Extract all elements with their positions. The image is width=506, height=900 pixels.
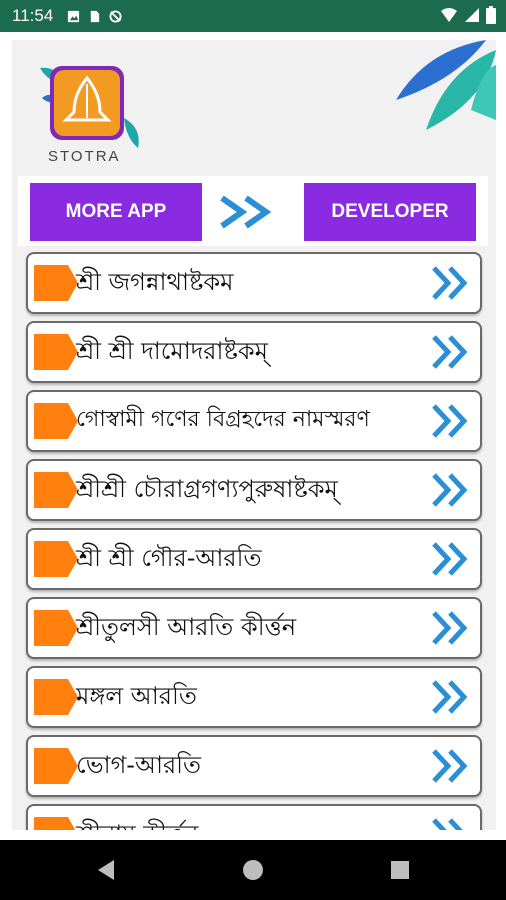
- wifi-icon: [441, 8, 457, 22]
- orange-tab-icon: [34, 748, 78, 784]
- list-item[interactable]: মঙ্গল আরতি: [26, 666, 482, 728]
- list-item[interactable]: শ্রী জগন্নাথাষ্টকম: [26, 252, 482, 314]
- top-buttons-row: MORE APP DEVELOPER: [18, 176, 488, 246]
- double-chevron-right-icon: [432, 266, 468, 300]
- back-icon[interactable]: [96, 859, 116, 881]
- orange-tab-icon: [34, 472, 78, 508]
- list-item-label: মঙ্গল আরতি: [76, 682, 197, 710]
- orange-tab-icon: [34, 265, 78, 301]
- sync-off-icon: [109, 9, 122, 23]
- more-app-button[interactable]: MORE APP: [30, 183, 202, 241]
- list-item[interactable]: শ্রীশ্রী চৌরাগ্রগণ্যপুরুষাষ্টকম্: [26, 459, 482, 521]
- double-chevron-right-icon: [432, 611, 468, 645]
- double-chevron-right-icon: [432, 749, 468, 783]
- sim-icon: [91, 10, 100, 22]
- list-item[interactable]: শ্রীতুলসী আরতি কীর্ত্তন: [26, 597, 482, 659]
- logo-text: STOTRA: [48, 148, 121, 165]
- list-item[interactable]: গোস্বামী গণের বিগ্রহদের নামস্মরণ: [26, 390, 482, 452]
- list-item-label: গোস্বামী গণের বিগ্রহদের নামস্মরণ: [76, 407, 370, 432]
- home-icon[interactable]: [242, 859, 264, 881]
- app-logo: STOTRA: [38, 58, 148, 170]
- status-bar: 11:54: [0, 0, 506, 32]
- double-chevron-right-icon: [432, 473, 468, 507]
- battery-icon: [486, 6, 496, 24]
- double-chevron-right-icon: [432, 335, 468, 369]
- signal-icon: [465, 8, 479, 22]
- developer-button[interactable]: DEVELOPER: [304, 183, 476, 241]
- list-item[interactable]: শ্রী শ্রী দামোদরাষ্টকম্: [26, 321, 482, 383]
- list-item-label: শ্রী শ্রী গৌর-আরতি: [76, 544, 262, 572]
- orange-tab-icon: [34, 541, 78, 577]
- status-time: 11:54: [12, 6, 54, 25]
- praying-hands-icon: [62, 75, 112, 122]
- list-item-label: ভোগ-আরতি: [76, 751, 202, 779]
- list-item-label: শ্রীশ্রী চৌরাগ্রগণ্যপুরুষাষ্টকম্: [76, 475, 338, 503]
- double-chevron-right-icon: [432, 680, 468, 714]
- orange-tab-icon: [34, 334, 78, 370]
- list-item-label: শ্রীনাম কীর্ত্তন: [76, 816, 198, 830]
- list-item[interactable]: ভোগ-আরতি: [26, 735, 482, 797]
- list-item-label: শ্রী জগন্নাথাষ্টকম: [76, 268, 234, 296]
- app-content: STOTRA MORE APP DEVELOPER শ্রী জগন্নাথাষ…: [12, 40, 496, 830]
- double-chevron-right-icon: [432, 542, 468, 576]
- double-chevron-right-icon: [432, 818, 463, 830]
- image-icon: [68, 10, 80, 22]
- leaves-decoration-icon: [396, 40, 496, 130]
- orange-tab-icon: [34, 679, 78, 715]
- orange-tab-icon: [34, 403, 78, 439]
- list-item[interactable]: শ্রীনাম কীর্ত্তন: [26, 804, 482, 830]
- navigation-bar: [0, 840, 506, 900]
- double-chevron-right-icon: [432, 404, 468, 438]
- double-chevron-icon: [220, 195, 272, 229]
- list-item-label: শ্রীতুলসী আরতি কীর্ত্তন: [76, 613, 297, 641]
- recents-icon[interactable]: [390, 860, 410, 880]
- orange-tab-icon: [34, 610, 78, 646]
- list-item[interactable]: শ্রী শ্রী গৌর-আরতি: [26, 528, 482, 590]
- orange-tab-icon: [34, 817, 78, 830]
- list-item-label: শ্রী শ্রী দামোদরাষ্টকম্: [76, 337, 268, 365]
